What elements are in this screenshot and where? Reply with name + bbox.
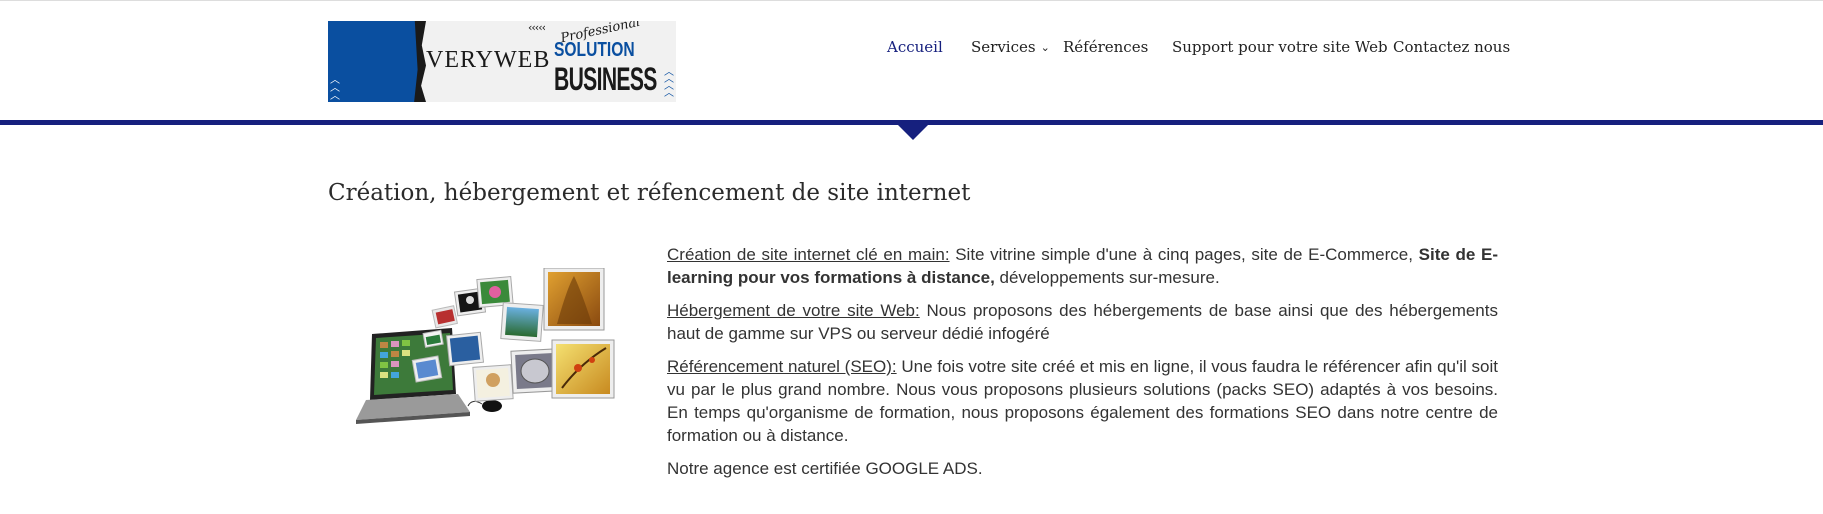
paragraph-seo: Référencement naturel (SEO): Une fois vo…	[667, 355, 1498, 447]
logo-business-text: BUSINESS	[554, 61, 657, 97]
intro-text: Création de site internet clé en main: S…	[667, 243, 1498, 490]
nav-item-references[interactable]: Références	[1063, 38, 1148, 56]
page-title: Création, hébergement et réfencement de …	[328, 180, 971, 206]
logo-chevrons-icon: ︿ ︿ ︿	[330, 75, 340, 102]
nav-item-contact[interactable]: Contactez nous	[1393, 38, 1510, 56]
creation-lead: Création de site internet clé en main:	[667, 245, 950, 264]
paragraph-certification: Notre agence est certifiée GOOGLE ADS.	[667, 459, 983, 478]
nav-item-services-label: Services	[971, 38, 1036, 56]
active-pointer-icon	[897, 124, 929, 140]
creation-text-1: Site vitrine simple d'une à cinq pages, …	[949, 245, 1419, 264]
site-header: ︿ ︿ ︿ VERYWEB ‹‹‹‹‹ Professional SOLUTION …	[0, 0, 1823, 121]
logo-blue-panel	[328, 21, 420, 102]
logo-chevrons-right-icon: ︿ ︿ ︿ ︿	[664, 67, 674, 99]
page: ︿ ︿ ︿ VERYWEB ‹‹‹‹‹ Professional SOLUTION …	[0, 0, 1823, 514]
logo-solution-text: SOLUTION	[554, 39, 635, 61]
seo-lead: Référencement naturel (SEO):	[667, 357, 897, 376]
hebergement-lead: Hébergement de votre site Web:	[667, 301, 920, 320]
paragraph-hebergement: Hébergement de votre site Web: Nous prop…	[667, 299, 1498, 345]
creation-text-2: développements sur-mesure.	[994, 268, 1220, 287]
logo-chevrons-top: ‹‹‹‹‹	[528, 21, 546, 34]
nav-item-services[interactable]: Services ⌄	[971, 38, 1050, 56]
logo-brand-text: VERYWEB	[426, 47, 551, 73]
site-logo[interactable]: ︿ ︿ ︿ VERYWEB ‹‹‹‹‹ Professional SOLUTION …	[328, 21, 676, 102]
nav-item-support[interactable]: Support pour votre site Web	[1172, 38, 1388, 56]
laptop-photos-illustration	[356, 268, 615, 424]
chevron-down-icon: ⌄	[1040, 40, 1050, 54]
paragraph-creation: Création de site internet clé en main: S…	[667, 243, 1498, 289]
nav-item-accueil[interactable]: Accueil	[887, 38, 943, 56]
